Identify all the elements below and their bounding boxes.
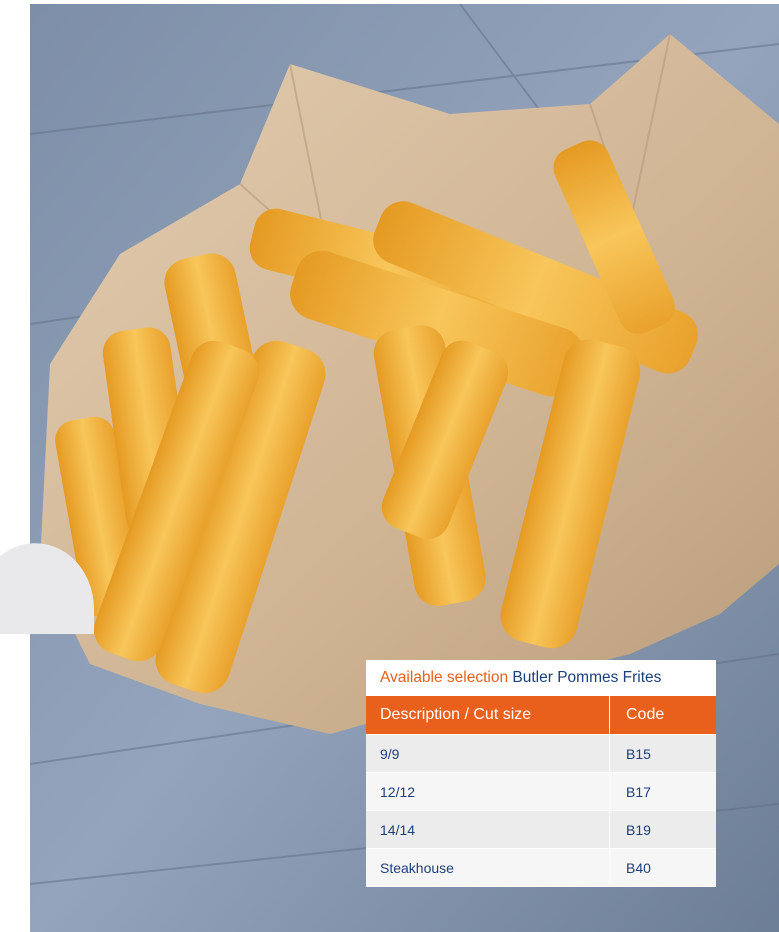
decorative-corner-shape <box>0 543 94 634</box>
row-code: B40 <box>626 859 651 876</box>
row-code: B15 <box>626 745 651 762</box>
table-row: 12/12 B17 <box>366 773 716 811</box>
selection-table: Available selection Butler Pommes Frites… <box>366 660 716 887</box>
header-description: Description / Cut size <box>366 696 610 734</box>
table-row: 14/14 B19 <box>366 811 716 849</box>
row-code: B17 <box>626 783 651 800</box>
table-title: Available selection Butler Pommes Frites <box>366 660 716 696</box>
table-title-accent: Available selection <box>380 669 509 686</box>
table-header-row: Description / Cut size Code <box>366 696 716 735</box>
table-row: 9/9 B15 <box>366 735 716 773</box>
row-description: Steakhouse <box>366 849 610 886</box>
header-code: Code <box>626 706 665 723</box>
row-description: 9/9 <box>366 735 610 772</box>
row-code: B19 <box>626 821 651 838</box>
table-row: Steakhouse B40 <box>366 849 716 887</box>
row-description: 12/12 <box>366 773 610 810</box>
table-title-brand: Butler Pommes Frites <box>512 669 662 686</box>
row-description: 14/14 <box>366 811 610 848</box>
